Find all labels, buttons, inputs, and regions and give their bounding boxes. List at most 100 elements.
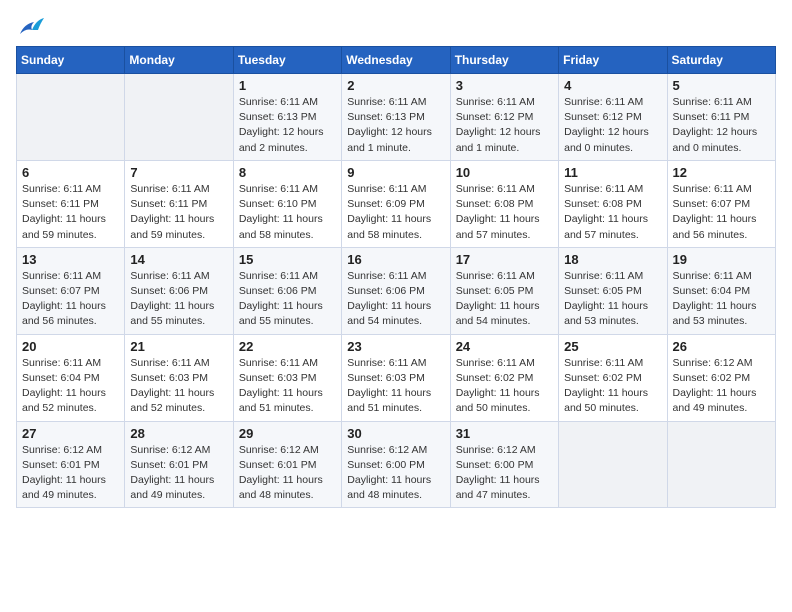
day-number: 26 bbox=[673, 339, 770, 354]
day-number: 29 bbox=[239, 426, 336, 441]
weekday-header: Saturday bbox=[667, 47, 775, 74]
calendar-cell: 24 Sunrise: 6:11 AM Sunset: 6:02 PM Dayli… bbox=[450, 334, 558, 421]
calendar-cell: 23 Sunrise: 6:11 AM Sunset: 6:03 PM Dayli… bbox=[342, 334, 450, 421]
calendar-cell: 3Sunrise: 6:11 AM Sunset: 6:12 PM Daylig… bbox=[450, 74, 558, 161]
day-info: Sunrise: 6:11 AM Sunset: 6:03 PM Dayligh… bbox=[130, 356, 227, 417]
day-number: 4 bbox=[564, 78, 661, 93]
day-info: Sunrise: 6:11 AM Sunset: 6:04 PM Dayligh… bbox=[673, 269, 770, 330]
day-number: 16 bbox=[347, 252, 444, 267]
calendar-cell: 7Sunrise: 6:11 AM Sunset: 6:11 PM Daylig… bbox=[125, 160, 233, 247]
day-number: 15 bbox=[239, 252, 336, 267]
calendar-cell: 14 Sunrise: 6:11 AM Sunset: 6:06 PM Dayli… bbox=[125, 247, 233, 334]
day-number: 31 bbox=[456, 426, 553, 441]
day-info: Sunrise: 6:12 AM Sunset: 6:01 PM Dayligh… bbox=[239, 443, 336, 504]
day-info: Sunrise: 6:11 AM Sunset: 6:05 PM Dayligh… bbox=[564, 269, 661, 330]
day-info: Sunrise: 6:11 AM Sunset: 6:07 PM Dayligh… bbox=[673, 182, 770, 243]
day-number: 6 bbox=[22, 165, 119, 180]
day-info: Sunrise: 6:11 AM Sunset: 6:06 PM Dayligh… bbox=[347, 269, 444, 330]
day-info: Sunrise: 6:11 AM Sunset: 6:02 PM Dayligh… bbox=[564, 356, 661, 417]
day-info: Sunrise: 6:11 AM Sunset: 6:08 PM Dayligh… bbox=[564, 182, 661, 243]
day-info: Sunrise: 6:12 AM Sunset: 6:02 PM Dayligh… bbox=[673, 356, 770, 417]
weekday-header: Tuesday bbox=[233, 47, 341, 74]
calendar-cell bbox=[125, 74, 233, 161]
weekday-header: Friday bbox=[559, 47, 667, 74]
day-number: 7 bbox=[130, 165, 227, 180]
day-number: 22 bbox=[239, 339, 336, 354]
calendar-cell: 8Sunrise: 6:11 AM Sunset: 6:10 PM Daylig… bbox=[233, 160, 341, 247]
calendar-cell: 15 Sunrise: 6:11 AM Sunset: 6:06 PM Dayli… bbox=[233, 247, 341, 334]
calendar-cell: 21 Sunrise: 6:11 AM Sunset: 6:03 PM Dayli… bbox=[125, 334, 233, 421]
day-info: Sunrise: 6:12 AM Sunset: 6:00 PM Dayligh… bbox=[456, 443, 553, 504]
calendar-cell: 5 Sunrise: 6:11 AM Sunset: 6:11 PM Daylig… bbox=[667, 74, 775, 161]
calendar-header-row: SundayMondayTuesdayWednesdayThursdayFrid… bbox=[17, 47, 776, 74]
calendar-cell: 18 Sunrise: 6:11 AM Sunset: 6:05 PM Dayli… bbox=[559, 247, 667, 334]
day-number: 13 bbox=[22, 252, 119, 267]
logo bbox=[16, 16, 48, 38]
calendar-cell: 30Sunrise: 6:12 AM Sunset: 6:00 PM Dayli… bbox=[342, 421, 450, 508]
day-info: Sunrise: 6:11 AM Sunset: 6:02 PM Dayligh… bbox=[456, 356, 553, 417]
day-info: Sunrise: 6:11 AM Sunset: 6:12 PM Dayligh… bbox=[564, 95, 661, 156]
weekday-header: Sunday bbox=[17, 47, 125, 74]
weekday-header: Wednesday bbox=[342, 47, 450, 74]
day-info: Sunrise: 6:11 AM Sunset: 6:05 PM Dayligh… bbox=[456, 269, 553, 330]
day-info: Sunrise: 6:11 AM Sunset: 6:06 PM Dayligh… bbox=[239, 269, 336, 330]
day-info: Sunrise: 6:11 AM Sunset: 6:03 PM Dayligh… bbox=[347, 356, 444, 417]
weekday-header: Monday bbox=[125, 47, 233, 74]
calendar-cell: 2 Sunrise: 6:11 AM Sunset: 6:13 PM Daylig… bbox=[342, 74, 450, 161]
day-number: 9 bbox=[347, 165, 444, 180]
day-info: Sunrise: 6:11 AM Sunset: 6:07 PM Dayligh… bbox=[22, 269, 119, 330]
calendar-cell: 27 Sunrise: 6:12 AM Sunset: 6:01 PM Dayli… bbox=[17, 421, 125, 508]
page-header bbox=[16, 16, 776, 38]
calendar-cell: 12 Sunrise: 6:11 AM Sunset: 6:07 PM Dayli… bbox=[667, 160, 775, 247]
calendar-table: SundayMondayTuesdayWednesdayThursdayFrid… bbox=[16, 46, 776, 508]
calendar-cell: 19 Sunrise: 6:11 AM Sunset: 6:04 PM Dayli… bbox=[667, 247, 775, 334]
day-number: 3 bbox=[456, 78, 553, 93]
day-number: 5 bbox=[673, 78, 770, 93]
day-info: Sunrise: 6:11 AM Sunset: 6:04 PM Dayligh… bbox=[22, 356, 119, 417]
day-number: 30 bbox=[347, 426, 444, 441]
calendar-cell: 9Sunrise: 6:11 AM Sunset: 6:09 PM Daylig… bbox=[342, 160, 450, 247]
day-number: 21 bbox=[130, 339, 227, 354]
day-number: 2 bbox=[347, 78, 444, 93]
day-number: 20 bbox=[22, 339, 119, 354]
day-info: Sunrise: 6:11 AM Sunset: 6:11 PM Dayligh… bbox=[673, 95, 770, 156]
calendar-cell bbox=[17, 74, 125, 161]
calendar-cell: 31 Sunrise: 6:12 AM Sunset: 6:00 PM Dayli… bbox=[450, 421, 558, 508]
day-info: Sunrise: 6:11 AM Sunset: 6:03 PM Dayligh… bbox=[239, 356, 336, 417]
day-number: 1 bbox=[239, 78, 336, 93]
calendar-cell: 6 Sunrise: 6:11 AM Sunset: 6:11 PM Daylig… bbox=[17, 160, 125, 247]
day-info: Sunrise: 6:11 AM Sunset: 6:08 PM Dayligh… bbox=[456, 182, 553, 243]
day-info: Sunrise: 6:12 AM Sunset: 6:01 PM Dayligh… bbox=[130, 443, 227, 504]
day-number: 19 bbox=[673, 252, 770, 267]
day-number: 17 bbox=[456, 252, 553, 267]
calendar-cell: 26 Sunrise: 6:12 AM Sunset: 6:02 PM Dayli… bbox=[667, 334, 775, 421]
day-number: 24 bbox=[456, 339, 553, 354]
day-info: Sunrise: 6:11 AM Sunset: 6:13 PM Dayligh… bbox=[347, 95, 444, 156]
calendar-week-row: 1 Sunrise: 6:11 AM Sunset: 6:13 PM Daylig… bbox=[17, 74, 776, 161]
day-number: 25 bbox=[564, 339, 661, 354]
day-number: 12 bbox=[673, 165, 770, 180]
day-info: Sunrise: 6:11 AM Sunset: 6:13 PM Dayligh… bbox=[239, 95, 336, 156]
calendar-cell: 10Sunrise: 6:11 AM Sunset: 6:08 PM Dayli… bbox=[450, 160, 558, 247]
day-number: 27 bbox=[22, 426, 119, 441]
logo-icon bbox=[16, 16, 44, 38]
calendar-cell: 11 Sunrise: 6:11 AM Sunset: 6:08 PM Dayli… bbox=[559, 160, 667, 247]
day-number: 11 bbox=[564, 165, 661, 180]
weekday-header: Thursday bbox=[450, 47, 558, 74]
day-number: 18 bbox=[564, 252, 661, 267]
day-number: 8 bbox=[239, 165, 336, 180]
day-info: Sunrise: 6:11 AM Sunset: 6:11 PM Dayligh… bbox=[22, 182, 119, 243]
day-info: Sunrise: 6:11 AM Sunset: 6:06 PM Dayligh… bbox=[130, 269, 227, 330]
calendar-week-row: 27 Sunrise: 6:12 AM Sunset: 6:01 PM Dayli… bbox=[17, 421, 776, 508]
calendar-cell: 16 Sunrise: 6:11 AM Sunset: 6:06 PM Dayli… bbox=[342, 247, 450, 334]
calendar-week-row: 20 Sunrise: 6:11 AM Sunset: 6:04 PM Dayli… bbox=[17, 334, 776, 421]
calendar-cell: 28Sunrise: 6:12 AM Sunset: 6:01 PM Dayli… bbox=[125, 421, 233, 508]
calendar-cell: 13 Sunrise: 6:11 AM Sunset: 6:07 PM Dayli… bbox=[17, 247, 125, 334]
calendar-cell: 17 Sunrise: 6:11 AM Sunset: 6:05 PM Dayli… bbox=[450, 247, 558, 334]
calendar-week-row: 6 Sunrise: 6:11 AM Sunset: 6:11 PM Daylig… bbox=[17, 160, 776, 247]
day-info: Sunrise: 6:12 AM Sunset: 6:01 PM Dayligh… bbox=[22, 443, 119, 504]
day-number: 14 bbox=[130, 252, 227, 267]
calendar-cell: 29 Sunrise: 6:12 AM Sunset: 6:01 PM Dayli… bbox=[233, 421, 341, 508]
calendar-cell: 25 Sunrise: 6:11 AM Sunset: 6:02 PM Dayli… bbox=[559, 334, 667, 421]
day-number: 23 bbox=[347, 339, 444, 354]
